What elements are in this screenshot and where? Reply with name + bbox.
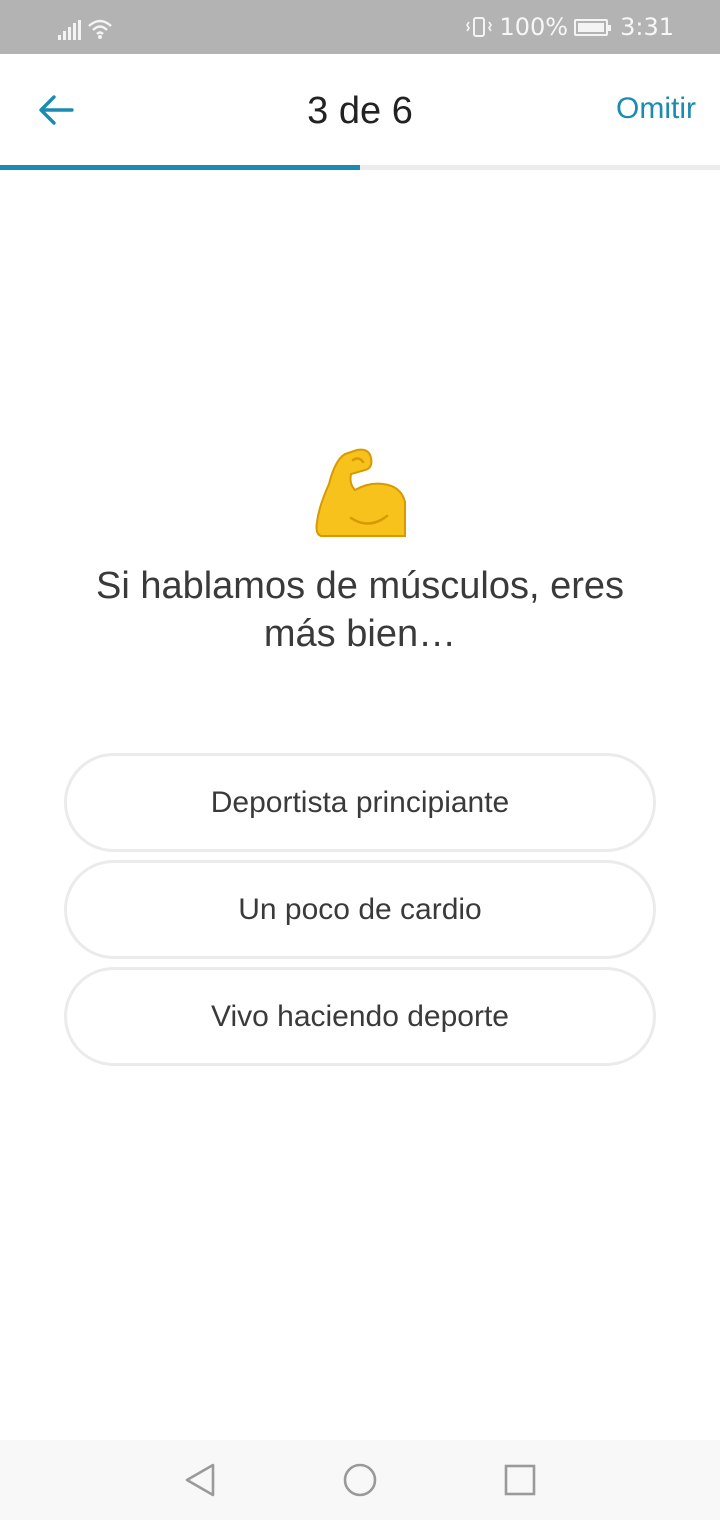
battery-percentage: 100%	[499, 13, 569, 41]
step-counter: 3 de 6	[307, 90, 413, 132]
question-text: Si hablamos de músculos, eres más bien…	[95, 565, 625, 655]
clock: 3:31	[620, 13, 674, 41]
battery-charging-icon	[574, 18, 612, 36]
wifi-icon	[88, 19, 112, 39]
nav-recents-button[interactable]	[498, 1458, 542, 1502]
status-left-icons	[58, 14, 113, 40]
option-beginner[interactable]: Deportista principiante	[64, 753, 656, 852]
option-live-sport[interactable]: Vivo haciendo deporte	[64, 967, 656, 1066]
progress-bar	[0, 165, 720, 170]
status-right: 100% 3:31	[465, 12, 674, 42]
flexed-biceps-icon	[315, 448, 406, 537]
answer-options: Deportista principiante Un poco de cardi…	[64, 753, 656, 1074]
navigation-bar	[0, 1440, 720, 1520]
back-triangle-icon	[185, 1463, 215, 1497]
header: 3 de 6 Omitir	[0, 54, 720, 170]
skip-button[interactable]: Omitir	[616, 92, 696, 126]
home-circle-icon	[343, 1463, 377, 1497]
option-some-cardio[interactable]: Un poco de cardio	[64, 860, 656, 959]
nav-home-button[interactable]	[338, 1458, 382, 1502]
signal-icon	[58, 20, 81, 40]
vibrate-icon	[466, 17, 493, 37]
nav-back-button[interactable]	[178, 1458, 222, 1502]
recents-square-icon	[504, 1464, 536, 1496]
status-bar: 100% 3:31	[0, 0, 720, 54]
progress-bar-fill	[0, 165, 360, 170]
